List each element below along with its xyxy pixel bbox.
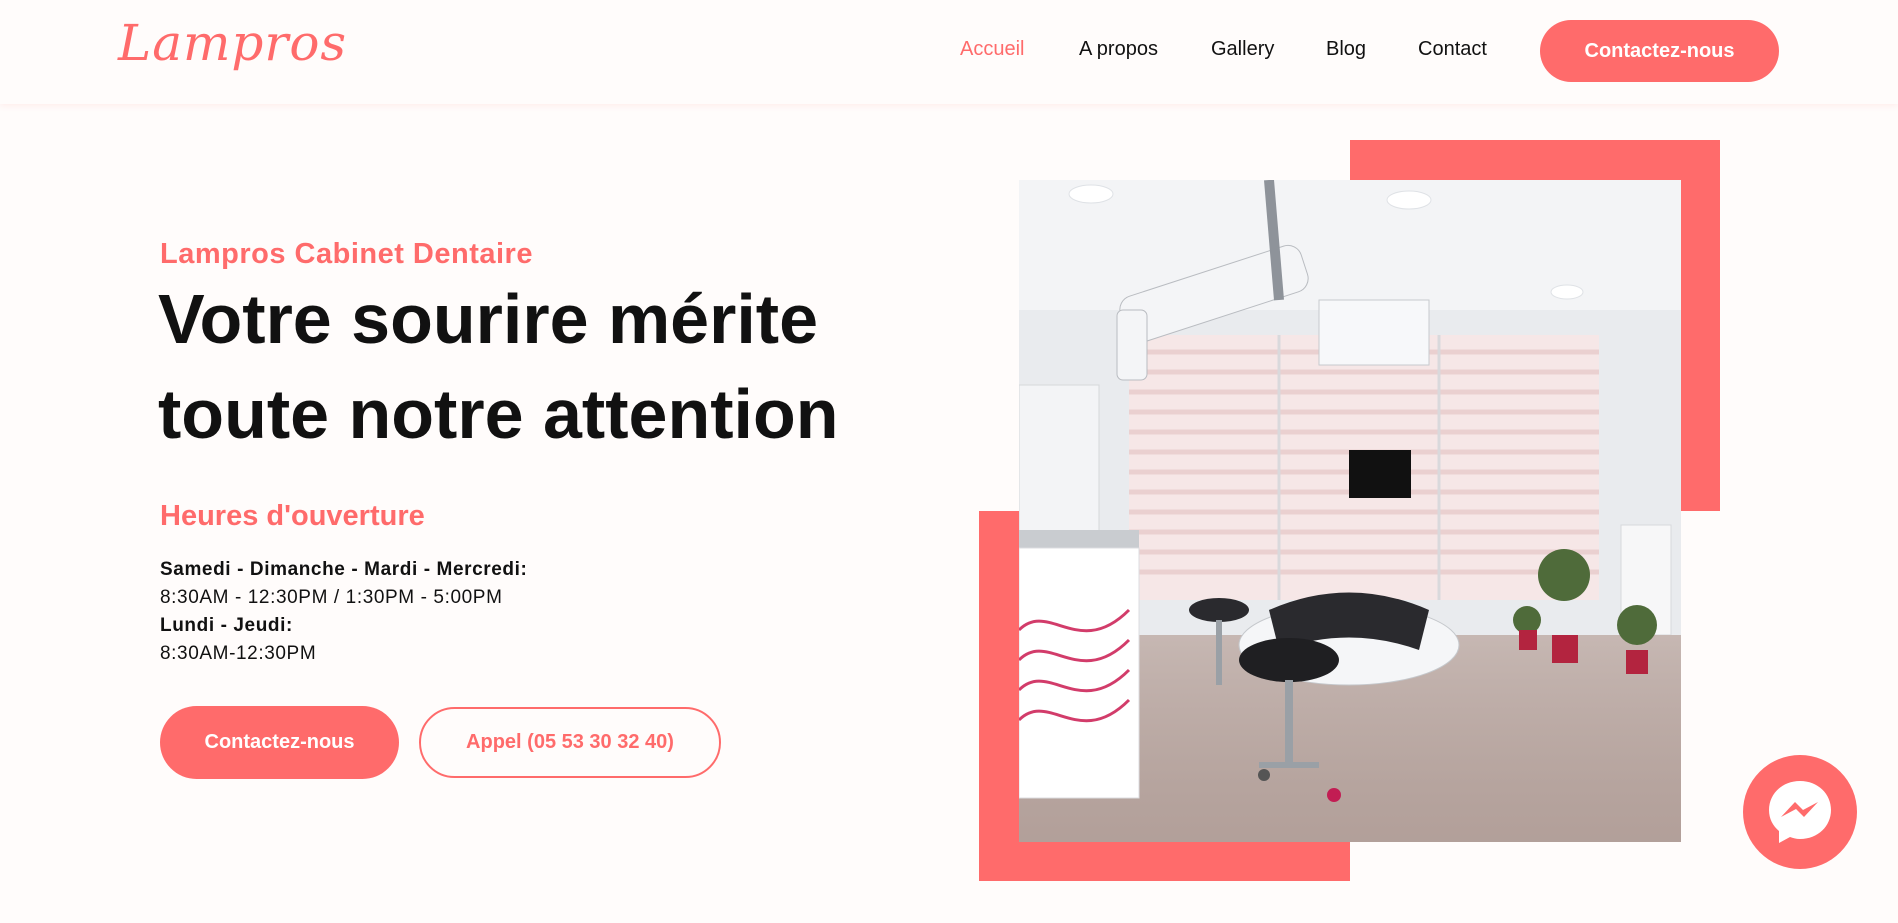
hours-time-2: 8:30AM-12:30PM bbox=[160, 643, 317, 664]
hours-days-2: Lundi - Jeudi: bbox=[160, 615, 293, 636]
call-button[interactable]: Appel (05 53 30 32 40) bbox=[419, 707, 721, 778]
messenger-icon bbox=[1769, 781, 1831, 843]
nav-item-contact[interactable]: Contact bbox=[1418, 38, 1487, 61]
headline-line-2: toute notre attention bbox=[158, 375, 839, 453]
clinic-photo bbox=[1019, 180, 1681, 842]
nav-item-accueil[interactable]: Accueil bbox=[960, 38, 1024, 61]
hero-contact-button[interactable]: Contactez-nous bbox=[160, 706, 399, 779]
messenger-button[interactable] bbox=[1743, 755, 1857, 869]
header-contact-button[interactable]: Contactez-nous bbox=[1540, 20, 1779, 82]
opening-hours-title: Heures d'ouverture bbox=[160, 500, 425, 532]
headline-line-1: Votre sourire mérite bbox=[158, 280, 819, 358]
hours-time-1: 8:30AM - 12:30PM / 1:30PM - 5:00PM bbox=[160, 587, 503, 608]
nav-item-a-propos[interactable]: A propos bbox=[1079, 38, 1158, 61]
logo[interactable]: Lampros bbox=[118, 14, 347, 72]
clinic-photo-illustration bbox=[1019, 180, 1681, 842]
hero-headline: Votre sourire mérite toute notre attenti… bbox=[158, 272, 918, 462]
nav-item-blog[interactable]: Blog bbox=[1326, 38, 1366, 61]
opening-hours: Samedi - Dimanche - Mardi - Mercredi: 8:… bbox=[160, 556, 527, 668]
nav-item-gallery[interactable]: Gallery bbox=[1211, 38, 1274, 61]
hours-days-1: Samedi - Dimanche - Mardi - Mercredi: bbox=[160, 559, 528, 580]
hero-subtitle: Lampros Cabinet Dentaire bbox=[160, 238, 533, 270]
site-header: Lampros Accueil A propos Gallery Blog Co… bbox=[0, 0, 1898, 104]
